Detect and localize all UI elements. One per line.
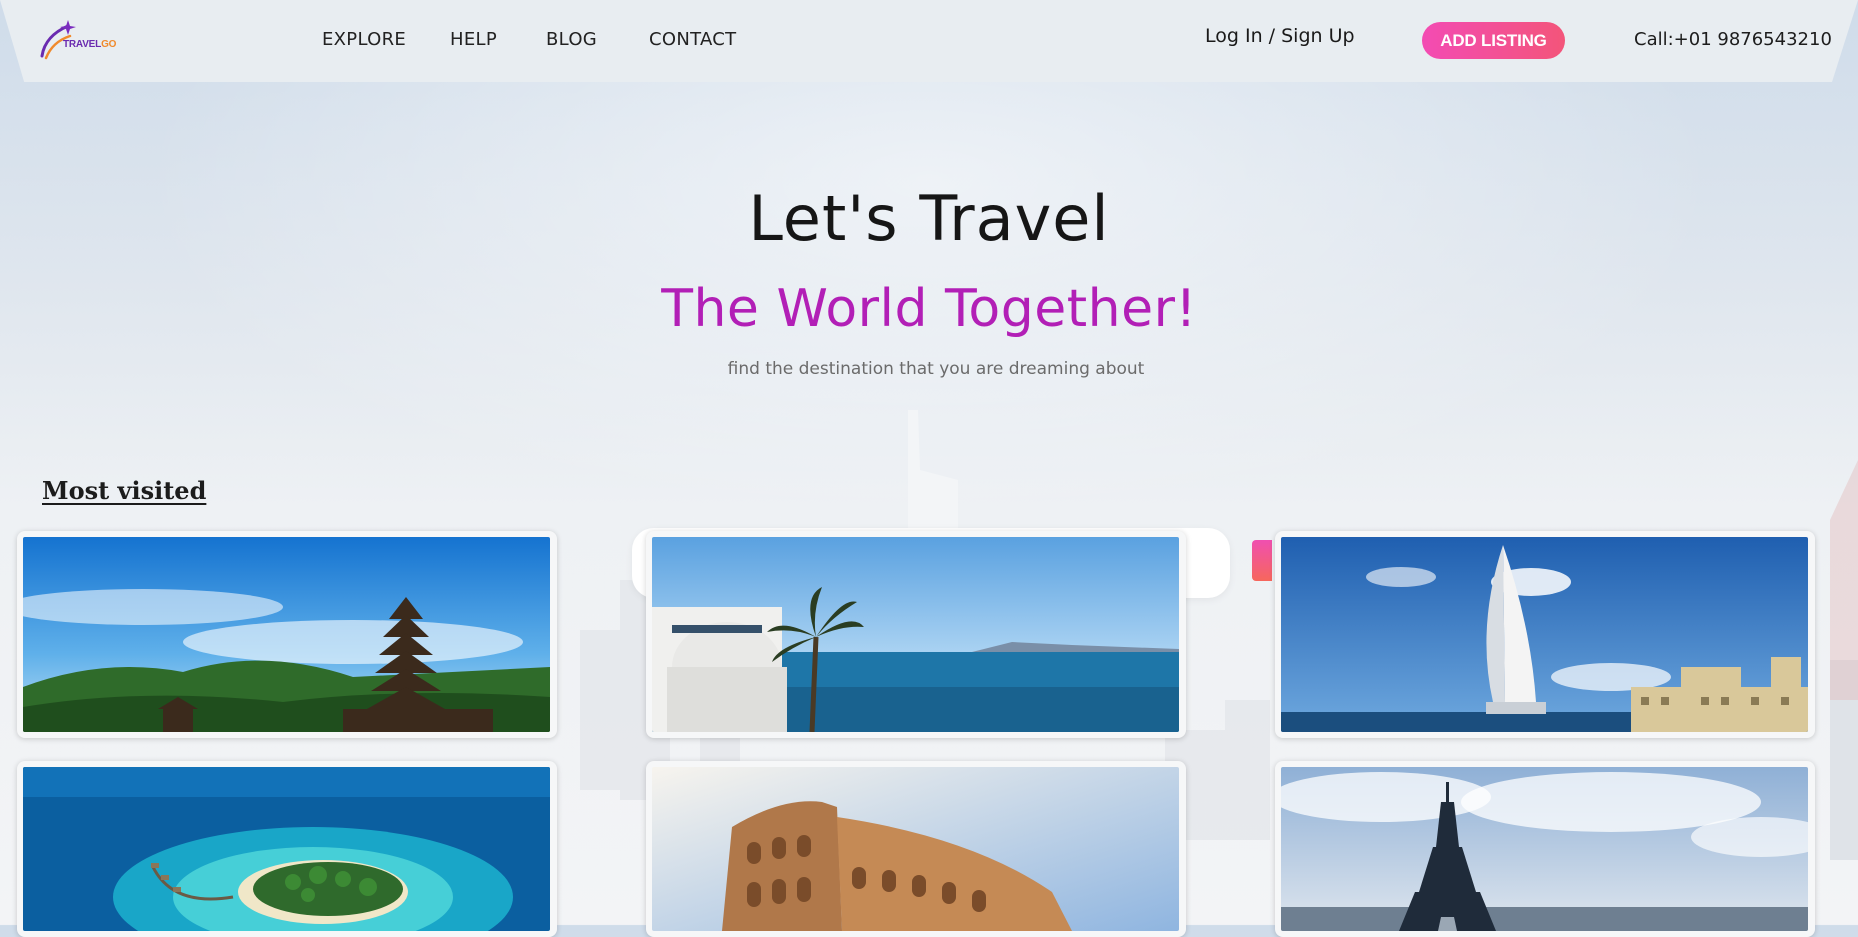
destination-card[interactable] (17, 761, 557, 937)
destination-card[interactable] (1275, 531, 1815, 738)
eiffel-tower-photo (1281, 767, 1808, 931)
nav-explore[interactable]: EXPLORE (322, 29, 406, 50)
nav-blog[interactable]: BLOG (546, 29, 597, 50)
nav-contact[interactable]: CONTACT (649, 29, 736, 50)
burj-al-arab-photo (1281, 537, 1808, 732)
colosseum-photo (652, 767, 1179, 931)
header-bar (0, 0, 1858, 82)
tropical-island-photo (23, 767, 550, 931)
search-button[interactable] (1252, 540, 1272, 581)
destination-card[interactable] (646, 761, 1186, 937)
destination-card[interactable] (17, 531, 557, 738)
logo-text: TRAVELGO (63, 39, 117, 50)
hero-subtitle: The World Together! (661, 279, 1197, 339)
site-header: TRAVELGO EXPLORE HELP BLOG CONTACT Log I… (0, 0, 1858, 82)
login-signup-link[interactable]: Log In / Sign Up (1205, 25, 1355, 47)
travelgo-logo[interactable]: TRAVELGO (38, 18, 128, 62)
section-title-most-visited: Most visited (42, 476, 207, 505)
hero-title: Let's Travel (748, 182, 1110, 255)
destination-card[interactable] (1275, 761, 1815, 937)
add-listing-button[interactable]: ADD LISTING (1422, 22, 1565, 59)
phone-number: Call:+01 9876543210 (1634, 29, 1832, 50)
nav-help[interactable]: HELP (450, 29, 497, 50)
destination-card[interactable] (646, 531, 1186, 738)
hero-tagline: find the destination that you are dreami… (727, 359, 1145, 379)
temple-mountain-photo (23, 537, 550, 732)
sea-palm-dome-photo (652, 537, 1179, 732)
